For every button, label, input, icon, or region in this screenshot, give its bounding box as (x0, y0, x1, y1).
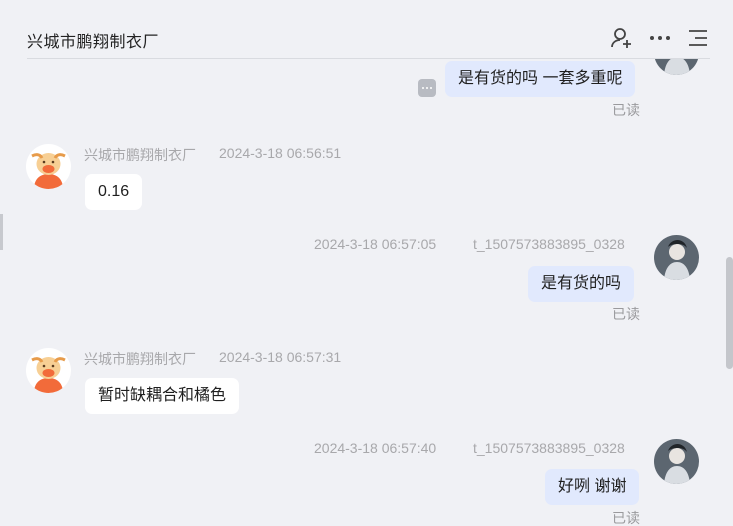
sender-name: t_1507573883895_0328 (473, 440, 625, 456)
message-bubble: 是有货的吗 一套多重呢 (445, 61, 636, 97)
avatar[interactable] (26, 144, 71, 189)
chat-title: 兴城市鹏翔制衣厂 (27, 34, 160, 51)
message-bubble: 好咧 谢谢 (545, 469, 640, 505)
message-time: 2024-3-18 06:56:51 (219, 145, 342, 161)
sender-name: 兴城市鹏翔制衣厂 (84, 351, 196, 367)
side-collapse-handle[interactable] (0, 214, 3, 250)
read-status: 已读 (612, 510, 640, 526)
scrollbar-thumb[interactable] (726, 257, 733, 369)
message-bubble: 是有货的吗 (528, 266, 635, 302)
sender-name: t_1507573883895_0328 (473, 236, 625, 252)
message-bubble: 0.16 (85, 174, 143, 210)
message-bubble: 暂时缺耦合和橘色 (85, 378, 240, 414)
read-status: 已读 (612, 306, 640, 322)
message-list[interactable]: 是有货的吗 一套多重呢 已读 兴城市鹏翔制衣厂 2024-3-18 06:56:… (0, 59, 733, 526)
message-time: 2024-3-18 06:57:40 (314, 440, 437, 456)
avatar[interactable] (654, 439, 699, 484)
add-contact-icon[interactable] (610, 26, 634, 50)
chat-header: 兴城市鹏翔制衣厂 (0, 0, 733, 59)
menu-list-icon[interactable] (686, 26, 710, 50)
read-status: 已读 (612, 102, 640, 118)
message-time: 2024-3-18 06:57:31 (219, 349, 342, 365)
more-icon[interactable] (648, 26, 672, 50)
message-more-icon[interactable] (418, 79, 436, 97)
avatar[interactable] (26, 348, 71, 393)
avatar[interactable] (654, 235, 699, 280)
message-time: 2024-3-18 06:57:05 (314, 236, 437, 252)
avatar[interactable] (654, 59, 699, 75)
sender-name: 兴城市鹏翔制衣厂 (84, 147, 196, 163)
